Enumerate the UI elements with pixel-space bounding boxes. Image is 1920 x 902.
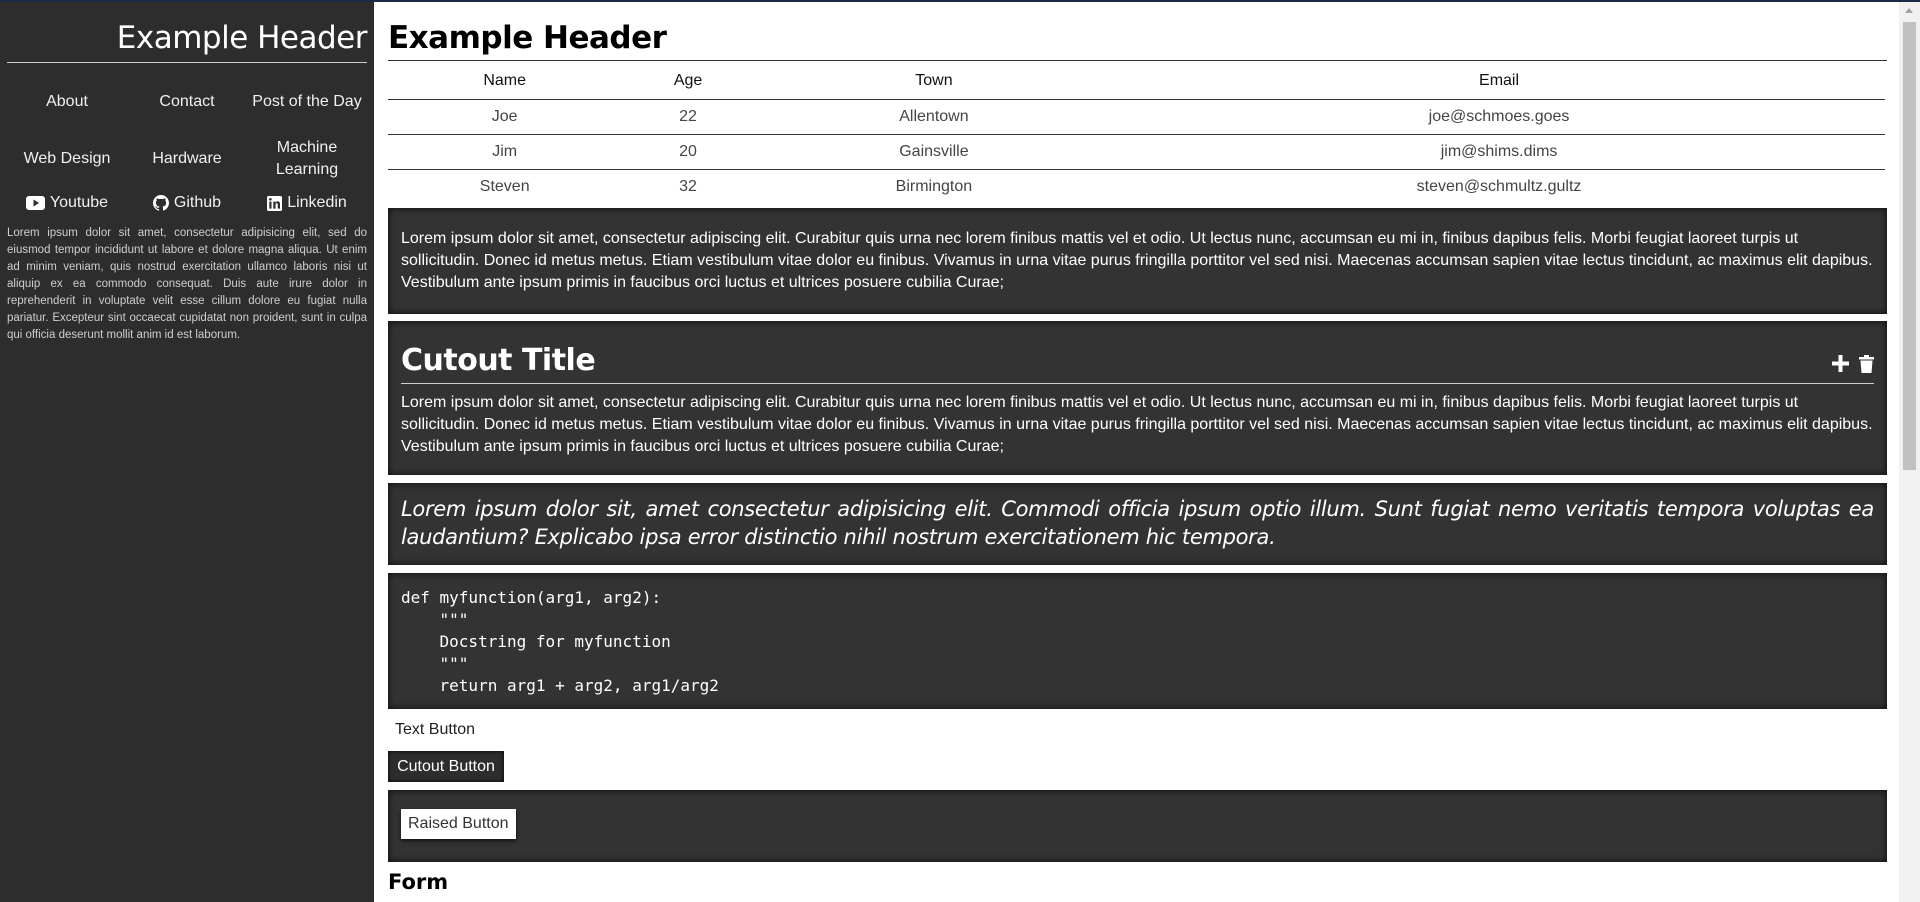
code-block: def myfunction(arg1, arg2): """ Docstrin… — [401, 588, 719, 695]
table-cell: Birmington — [754, 168, 1114, 204]
table-cell: Joe — [388, 98, 622, 134]
table-cell: Jim — [388, 133, 622, 169]
cutout-button[interactable]: Cutout Button — [388, 751, 504, 782]
nav-about[interactable]: About — [7, 73, 127, 130]
table-row: Joe 22 Allentown joe@schmoes.goes — [388, 98, 1885, 134]
table-cell: 22 — [621, 98, 755, 134]
social-linkedin-link[interactable]: Linkedin — [247, 191, 367, 215]
page-title: Example Header — [388, 2, 1887, 61]
nav-contact[interactable]: Contact — [127, 73, 247, 130]
youtube-icon — [25, 196, 45, 210]
sidebar-brand: Example Header — [7, 10, 368, 63]
nav-hardware[interactable]: Hardware — [127, 130, 247, 187]
table-cell: jim@shims.dims — [1113, 133, 1885, 169]
vertical-scrollbar[interactable] — [1899, 2, 1920, 902]
social-youtube-link[interactable]: Youtube — [7, 191, 127, 215]
plus-icon[interactable] — [1832, 355, 1849, 373]
nav-web-design[interactable]: Web Design — [7, 130, 127, 187]
social-links: Youtube Github Linkedin — [7, 191, 367, 215]
social-label: Youtube — [49, 194, 109, 211]
column-header: Email — [1479, 72, 1520, 90]
form-title: Form — [388, 870, 449, 894]
table-cell: Gainsville — [754, 133, 1114, 169]
column-header: Name — [483, 72, 527, 90]
raised-button[interactable]: Raised Button — [401, 809, 516, 839]
nav-post-of-the-day[interactable]: Post of the Day — [247, 73, 367, 130]
table-cell: 20 — [621, 133, 755, 169]
quote-card: Lorem ipsum dolor sit, amet consectetur … — [388, 483, 1887, 565]
table-header-row: Name Age Town Email — [388, 64, 1885, 99]
table-cell: joe@schmoes.goes — [1113, 98, 1885, 134]
raised-button-container: Raised Button — [388, 790, 1887, 862]
social-github-link[interactable]: Github — [127, 191, 247, 215]
trash-icon[interactable] — [1859, 355, 1874, 373]
social-label: Linkedin — [287, 194, 347, 211]
scrollbar-thumb[interactable] — [1903, 22, 1916, 470]
card-text: Lorem ipsum dolor sit amet, consectetur … — [401, 230, 1873, 291]
sidebar-paragraph: Lorem ipsum dolor sit amet, consectetur … — [7, 227, 367, 341]
sidebar-nav: About Contact Post of the Day Web Design… — [7, 73, 367, 187]
table-row: Jim 20 Gainsville jim@shims.dims — [388, 133, 1885, 169]
main-content: Example Header Name Age Town Email Joe 2… — [388, 2, 1887, 902]
social-label: Github — [173, 194, 222, 211]
code-card: def myfunction(arg1, arg2): """ Docstrin… — [388, 573, 1887, 709]
table-cell: 32 — [621, 168, 755, 204]
github-icon — [152, 195, 169, 211]
cutout-card: Cutout Title Lorem ipsum dolor sit amet,… — [388, 321, 1887, 475]
table-cell: steven@schmultz.gultz — [1113, 168, 1885, 204]
linkedin-icon — [267, 195, 283, 211]
column-header: Age — [673, 72, 703, 90]
people-table: Name Age Town Email Joe 22 Allentown joe… — [388, 64, 1885, 204]
quote-text: Lorem ipsum dolor sit, amet consectetur … — [401, 497, 1874, 549]
table-cell: Steven — [388, 168, 622, 204]
text-button[interactable]: Text Button — [395, 721, 475, 739]
cutout-body: Lorem ipsum dolor sit amet, consectetur … — [401, 394, 1873, 455]
scroll-up-arrow-icon[interactable] — [1905, 8, 1913, 13]
table-cell: Allentown — [754, 98, 1114, 134]
cutout-actions — [1832, 355, 1874, 379]
table-row: Steven 32 Birmington steven@schmultz.gul… — [388, 168, 1885, 204]
text-card: Lorem ipsum dolor sit amet, consectetur … — [388, 208, 1887, 314]
sidebar: Example Header About Contact Post of the… — [0, 2, 374, 902]
column-header: Town — [915, 72, 953, 90]
nav-machine-learning[interactable]: Machine Learning — [247, 130, 367, 187]
cutout-title: Cutout Title — [401, 343, 596, 378]
cutout-header: Cutout Title — [401, 343, 1874, 384]
